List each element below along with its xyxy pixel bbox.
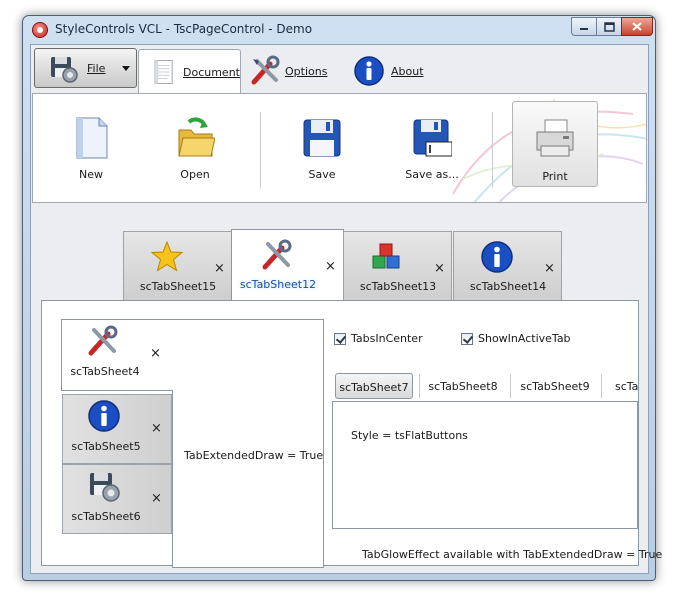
print-label: Print [542,170,568,183]
tab-scTabSheet13[interactable]: × scTabSheet13 [343,231,452,303]
ribbon-separator [260,112,261,188]
tabs-in-center-label: TabsInCenter [351,332,423,345]
tab-scTabSheet12[interactable]: × scTabSheet12 [231,229,344,303]
side-tab-scTabSheet6[interactable]: × scTabSheet6 [62,464,172,534]
tab-scTabSheet15[interactable]: × scTabSheet15 [123,231,232,303]
save-as-label: Save as... [405,168,459,181]
ribbon-tab-label: About [391,64,424,78]
print-button[interactable]: Print [512,101,598,187]
new-button[interactable]: New [51,102,131,186]
floppy-gear-icon [51,57,78,83]
app-logo-icon[interactable] [32,22,48,38]
side-tab-scTabSheet5[interactable]: × scTabSheet5 [62,394,172,464]
flat-tab-label: scTa [615,380,638,393]
save-button[interactable]: Save [282,102,362,186]
close-tab-icon[interactable]: × [150,346,161,361]
document-icon [154,60,173,84]
flat-tab-label: scTabSheet7 [339,381,409,394]
close-tab-icon[interactable]: × [544,261,555,276]
printer-icon [536,119,574,157]
tab-label: scTabSheet5 [71,440,141,453]
tools-icon [88,325,118,356]
ribbon-tab-bar: File Document Options About [31,45,648,94]
close-button[interactable] [621,17,653,36]
title-bar[interactable]: StyleControls VCL - TscPageControl - Dem… [23,16,655,44]
new-document-icon [76,117,108,159]
minimize-button[interactable] [571,17,597,36]
tabs-in-center-checkbox[interactable]: TabsInCenter [334,332,423,345]
tab-scTabSheet14[interactable]: × scTabSheet14 [453,231,562,303]
checkbox-checked-icon [461,332,473,345]
info-icon [354,56,384,86]
tab-label: scTabSheet13 [359,280,437,293]
flat-tab-label: scTabSheet9 [520,380,590,393]
app-window: StyleControls VCL - TscPageControl - Dem… [22,15,662,581]
tools-icon [251,55,280,85]
close-icon [632,22,642,31]
flat-page-text: Style = tsFlatButtons [351,429,468,442]
side-page-text: TabExtendedDraw = True [184,449,324,462]
file-menu-label: File [87,62,106,75]
open-label: Open [180,168,210,181]
ribbon-panel: New Open Save Save as... Print [32,93,647,203]
file-menu-button[interactable]: File [34,48,137,88]
star-icon [150,240,184,272]
new-label: New [79,168,103,181]
tools-icon [262,239,292,270]
flat-tab-separator [510,374,511,398]
save-as-button[interactable]: Save as... [392,102,472,186]
close-tab-icon[interactable]: × [151,491,162,506]
open-folder-icon [178,117,215,157]
maximize-icon [603,21,615,32]
side-tab-page: TabExtendedDraw = True [172,319,324,568]
flat-tab-separator [419,374,420,398]
show-in-active-tab-checkbox[interactable]: ShowInActiveTab [461,332,571,345]
maximize-button[interactable] [596,17,622,36]
chevron-down-icon [122,66,130,71]
close-tab-icon[interactable]: × [151,421,162,436]
flat-tab-scTa[interactable]: scTa [605,373,638,399]
ribbon-tab-label: Options [285,64,328,78]
flat-tab-page: Style = tsFlatButtons [332,401,638,529]
info-icon [481,241,513,273]
open-button[interactable]: Open [155,102,235,186]
save-label: Save [308,168,336,181]
show-in-active-tab-label: ShowInActiveTab [478,332,571,345]
floppy-disk-icon [303,119,341,157]
window-title: StyleControls VCL - TscPageControl - Dem… [55,22,313,36]
flat-tab-scTabSheet9[interactable]: scTabSheet9 [514,373,596,399]
client-area: File Document Options About New Open Sav… [30,44,662,574]
flat-tab-scTabSheet8[interactable]: scTabSheet8 [423,373,503,399]
side-tab-scTabSheet4[interactable]: × scTabSheet4 [61,319,173,391]
ribbon-tab-label: Document [183,65,240,79]
ribbon-separator [492,112,493,188]
minimize-icon [580,27,588,30]
flat-tab-label: scTabSheet8 [428,380,498,393]
flat-tab-scTabSheet7[interactable]: scTabSheet7 [335,373,413,399]
ribbon-tab-options[interactable]: Options [249,49,339,93]
tab-label: scTabSheet12 [239,278,317,291]
close-tab-icon[interactable]: × [214,261,225,276]
ribbon-tab-document[interactable]: Document [138,49,241,94]
tab-label: scTabSheet4 [70,365,140,378]
close-tab-icon[interactable]: × [434,261,445,276]
tab-label: scTabSheet6 [71,510,141,523]
glow-effect-note: TabGlowEffect available with TabExtended… [362,548,663,561]
close-tab-icon[interactable]: × [325,259,336,274]
floppy-gear-icon [90,473,120,502]
tab-page-scTabSheet12: × scTabSheet6 × scTabSheet5 TabExtendedD… [41,300,662,568]
cubes-icon [372,243,400,269]
flat-tab-separator [601,374,602,398]
save-as-icon [413,119,452,157]
tab-label: scTabSheet15 [139,280,217,293]
info-icon [88,400,120,432]
tab-label: scTabSheet14 [469,280,547,293]
checkbox-checked-icon [334,332,346,345]
ribbon-tab-about[interactable]: About [353,49,443,93]
